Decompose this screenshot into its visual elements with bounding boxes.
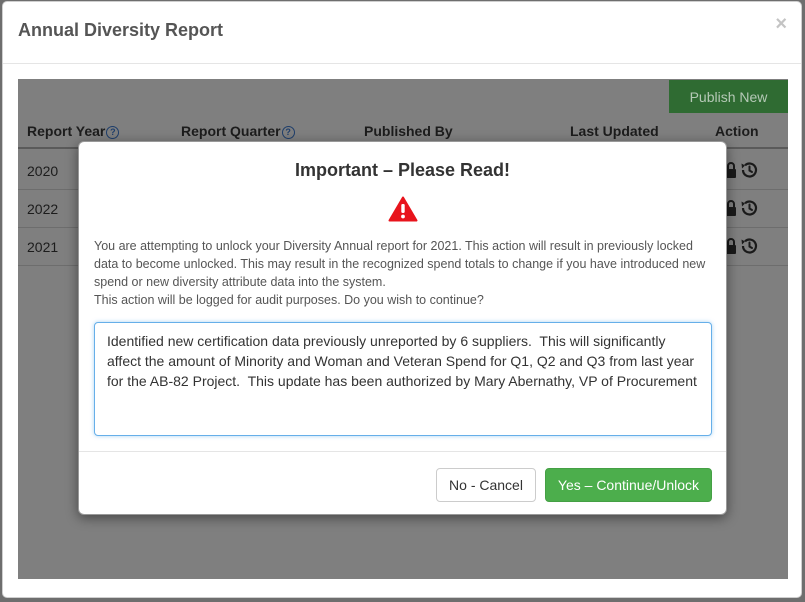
dialog-message-line-2: This action will be logged for audit pur… bbox=[94, 293, 484, 307]
help-icon[interactable]: ? bbox=[281, 126, 295, 139]
unlock-confirmation-dialog: Important – Please Read! You are attempt… bbox=[78, 141, 727, 515]
dialog-message-line-1: You are attempting to unlock your Divers… bbox=[94, 239, 706, 289]
header-action: Action bbox=[715, 123, 759, 139]
warning-triangle-icon bbox=[388, 196, 418, 227]
history-icon[interactable] bbox=[739, 160, 759, 180]
header-report-year: Report Year? bbox=[27, 123, 120, 139]
header-report-quarter-label: Report Quarter bbox=[181, 123, 281, 139]
header-report-quarter: Report Quarter? bbox=[181, 123, 295, 139]
unlock-reason-textarea[interactable]: Identified new certification data previo… bbox=[94, 322, 712, 436]
row-actions bbox=[725, 160, 759, 180]
dialog-message: You are attempting to unlock your Divers… bbox=[94, 237, 714, 309]
history-icon[interactable] bbox=[739, 236, 759, 256]
history-icon[interactable] bbox=[739, 198, 759, 218]
dialog-footer: No - Cancel Yes – Continue/Unlock bbox=[79, 451, 726, 515]
header-last-updated: Last Updated bbox=[570, 123, 659, 139]
modal-header: Annual Diversity Report × bbox=[3, 2, 801, 64]
report-year-cell: 2021 bbox=[27, 239, 59, 255]
close-icon[interactable]: × bbox=[775, 14, 787, 34]
dialog-title: Important – Please Read! bbox=[294, 160, 511, 180]
header-published-by: Published By bbox=[364, 123, 453, 139]
row-actions bbox=[725, 236, 759, 256]
help-icon[interactable]: ? bbox=[106, 126, 120, 139]
report-year-cell: 2020 bbox=[27, 163, 59, 179]
publish-new-button[interactable]: Publish New bbox=[669, 80, 788, 113]
row-actions bbox=[725, 198, 759, 218]
header-report-year-label: Report Year bbox=[27, 123, 106, 139]
cancel-button[interactable]: No - Cancel bbox=[436, 468, 536, 502]
confirm-unlock-button[interactable]: Yes – Continue/Unlock bbox=[545, 468, 712, 502]
report-year-cell: 2022 bbox=[27, 201, 59, 217]
modal-title: Annual Diversity Report bbox=[18, 20, 224, 40]
